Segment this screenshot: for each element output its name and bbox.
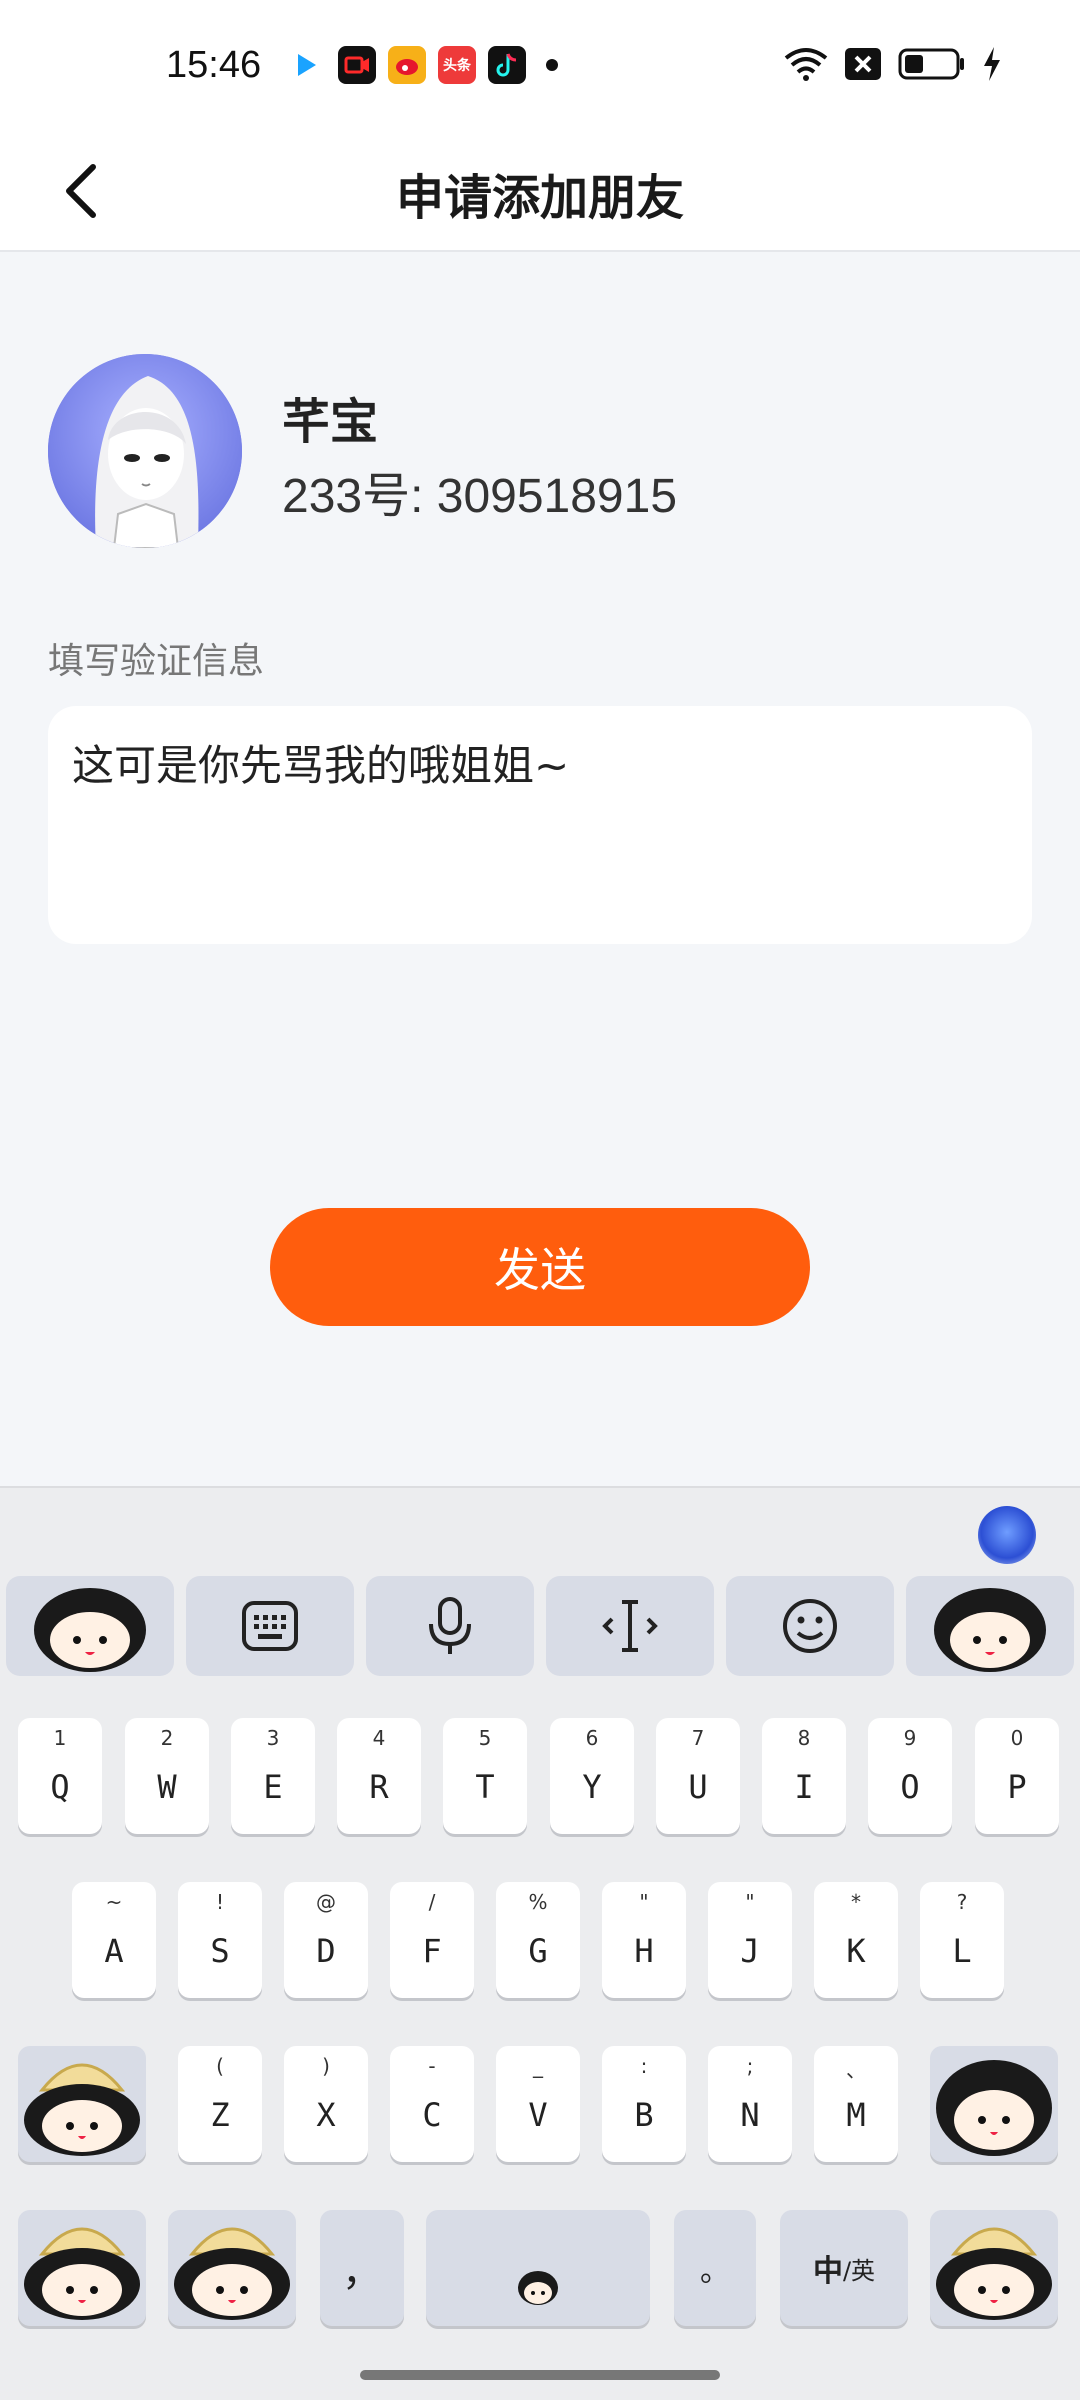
keyboard-toggle-button[interactable] bbox=[186, 1576, 354, 1676]
wifi-icon bbox=[784, 48, 828, 81]
enter-sticker-key[interactable] bbox=[930, 2210, 1058, 2326]
smiley-icon bbox=[783, 1599, 837, 1653]
key-i[interactable]: 8I bbox=[762, 1718, 846, 1834]
comma-key[interactable]: ， bbox=[320, 2210, 404, 2326]
sticker-icon bbox=[518, 2271, 558, 2305]
key-l[interactable]: ? L bbox=[920, 1882, 1004, 1998]
sticker-button-right[interactable] bbox=[906, 1576, 1074, 1676]
key-x[interactable]: ) X bbox=[284, 2046, 368, 2162]
verification-label: 填写验证信息 bbox=[48, 641, 265, 682]
shift-sticker-key[interactable] bbox=[18, 2046, 146, 2162]
key-n[interactable]: ; N bbox=[708, 2046, 792, 2162]
record-app-icon bbox=[338, 46, 376, 84]
symbol-sticker-key[interactable] bbox=[18, 2210, 146, 2326]
voice-input-button[interactable] bbox=[366, 1576, 534, 1676]
header: 申请添加朋友 bbox=[0, 130, 1080, 252]
language-switch-key[interactable]: 中/英 bbox=[780, 2210, 908, 2326]
key-y[interactable]: 6Y bbox=[550, 1718, 634, 1834]
key-a[interactable]: ~ A bbox=[72, 1882, 156, 1998]
status-bar: 15:46 头条 bbox=[0, 0, 1080, 130]
key-k[interactable]: * K bbox=[814, 1882, 898, 1998]
contact-name: 芊宝 bbox=[282, 394, 379, 450]
send-button[interactable]: 发送 bbox=[270, 1208, 810, 1326]
toutiao-icon: 头条 bbox=[438, 46, 476, 84]
verification-message-input[interactable]: 这可是你先骂我的哦姐姐~ bbox=[48, 706, 1032, 944]
key-t[interactable]: 5T bbox=[443, 1718, 527, 1834]
charging-icon bbox=[984, 47, 1000, 81]
sticker-icon bbox=[24, 2227, 140, 2320]
cursor-move-button[interactable] bbox=[546, 1576, 714, 1676]
key-h[interactable]: " H bbox=[602, 1882, 686, 1998]
weibo-icon bbox=[388, 46, 426, 84]
video-app-icon bbox=[288, 46, 326, 84]
key-g[interactable]: % G bbox=[496, 1882, 580, 1998]
key-r[interactable]: 4R bbox=[337, 1718, 421, 1834]
sim-off-icon bbox=[845, 48, 881, 80]
sticker-icon bbox=[174, 2227, 290, 2320]
battery-icon bbox=[898, 48, 964, 80]
key-v[interactable]: _ V bbox=[496, 2046, 580, 2162]
key-e[interactable]: 3E bbox=[231, 1718, 315, 1834]
page-title: 申请添加朋友 bbox=[395, 170, 684, 226]
status-app-icons: 头条 bbox=[288, 46, 558, 84]
sticker-icon bbox=[24, 2063, 140, 2156]
key-o[interactable]: 9O bbox=[868, 1718, 952, 1834]
notification-dot-icon bbox=[546, 59, 558, 71]
sticker-icon bbox=[936, 2227, 1052, 2320]
backspace-sticker-key[interactable] bbox=[930, 2046, 1058, 2162]
sticker-icon bbox=[936, 2060, 1052, 2156]
contact-id: 233号: 309518915 bbox=[282, 470, 678, 523]
emoji-button[interactable] bbox=[726, 1576, 894, 1676]
assistant-icon[interactable] bbox=[978, 1506, 1036, 1564]
keyboard-toolbar bbox=[6, 1576, 1074, 1676]
keyboard: 1Q 2W 3E 4R 5T 6Y 7U 8I 9O 0P ~ A ! S @ D /… bbox=[0, 1486, 1080, 2400]
period-key[interactable]: 。 bbox=[674, 2210, 756, 2326]
avatar[interactable] bbox=[48, 354, 242, 548]
sticker-icon bbox=[934, 1588, 1046, 1672]
key-b[interactable]: :B bbox=[602, 2046, 686, 2162]
key-j[interactable]: " J bbox=[708, 1882, 792, 1998]
keyboard-icon bbox=[242, 1601, 298, 1651]
microphone-icon bbox=[429, 1597, 471, 1654]
key-c[interactable]: -C bbox=[390, 2046, 474, 2162]
key-q[interactable]: 1Q bbox=[18, 1718, 102, 1834]
key-s[interactable]: ! S bbox=[178, 1882, 262, 1998]
space-key[interactable] bbox=[426, 2210, 650, 2326]
text-cursor-icon bbox=[602, 1600, 658, 1652]
verification-message-text: 这可是你先骂我的哦姐姐~ bbox=[72, 741, 570, 790]
status-time: 15:46 bbox=[166, 44, 262, 86]
home-indicator[interactable] bbox=[360, 2370, 720, 2380]
douyin-icon bbox=[488, 46, 526, 84]
key-w[interactable]: 2W bbox=[125, 1718, 209, 1834]
key-f[interactable]: / F bbox=[390, 1882, 474, 1998]
key-u[interactable]: 7U bbox=[656, 1718, 740, 1834]
sticker-button-left[interactable] bbox=[6, 1576, 174, 1676]
key-z[interactable]: (Z bbox=[178, 2046, 262, 2162]
key-m[interactable]: 、 M bbox=[814, 2046, 898, 2162]
key-d[interactable]: @ D bbox=[284, 1882, 368, 1998]
sticker-icon bbox=[34, 1588, 146, 1672]
status-right-icons bbox=[784, 46, 1002, 82]
key-p[interactable]: 0P bbox=[975, 1718, 1059, 1834]
number-sticker-key[interactable] bbox=[168, 2210, 296, 2326]
